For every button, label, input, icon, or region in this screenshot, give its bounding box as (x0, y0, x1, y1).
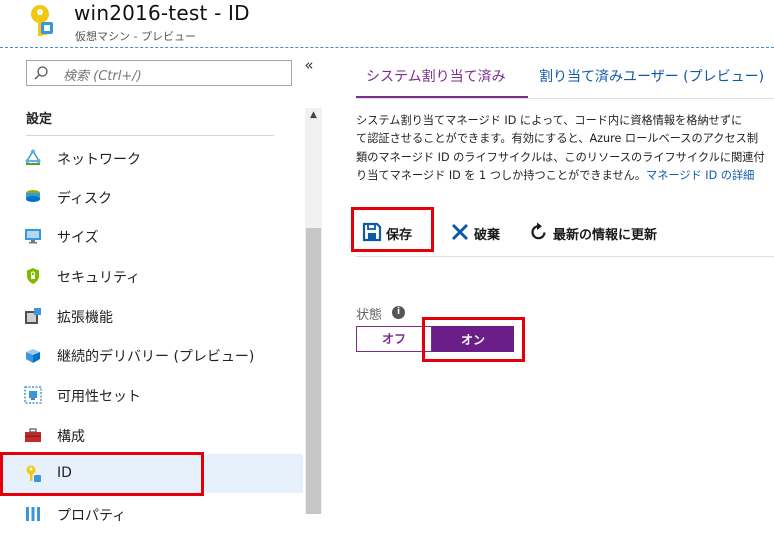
save-button[interactable]: 保存 (362, 221, 426, 243)
sidebar-item-availability-set[interactable]: 可用性セット (0, 375, 303, 414)
tab-system-assigned[interactable]: システム割り当て済み (366, 66, 506, 86)
sidebar-item-label: サイズ (57, 230, 99, 246)
sidebar-item-label: プロパティ (57, 508, 127, 524)
sidebar-item-label: 構成 (57, 429, 85, 445)
sidebar-item-network[interactable]: ネットワーク (0, 138, 303, 177)
continuous-delivery-icon (26, 349, 40, 363)
main-content: システム割り当て済み 割り当て済みユーザー (プレビュー) システム割り当てマネ… (322, 48, 774, 514)
discard-label: 破棄 (474, 228, 501, 243)
description-line-last: り当てマネージド ID を 1 つしか持つことができません。マネージド ID の… (356, 167, 774, 185)
save-icon (362, 222, 382, 242)
discard-button[interactable]: 破棄 (450, 221, 512, 243)
refresh-button[interactable]: 最新の情報に更新 (529, 221, 679, 243)
toolbar-divider (356, 256, 774, 257)
sidebar-scrollbar-thumb[interactable] (306, 228, 321, 514)
sidebar: 検索 (Ctrl+/) « 設定 ▲ ネットワーク ディスク サイズ セキュリテ… (0, 48, 322, 524)
refresh-label: 最新の情報に更新 (553, 228, 658, 243)
tabs-divider (356, 98, 774, 99)
page-subtitle: 仮想マシン - プレビュー (75, 30, 196, 43)
sidebar-item-label: ネットワーク (57, 152, 141, 168)
close-icon (451, 223, 469, 241)
search-input[interactable]: 検索 (Ctrl+/) (26, 60, 292, 86)
tab-user-assigned[interactable]: 割り当て済みユーザー (プレビュー) (539, 66, 764, 86)
refresh-icon (531, 222, 546, 240)
info-icon[interactable]: i (392, 306, 405, 319)
sidebar-item-label: 可用性セット (57, 389, 141, 405)
disk-icon (26, 190, 40, 202)
sidebar-item-label: ID (57, 465, 72, 481)
save-label: 保存 (386, 228, 413, 243)
sidebar-item-identity[interactable]: ID (0, 454, 303, 493)
section-divider (26, 135, 274, 136)
sidebar-item-configuration[interactable]: 構成 (0, 415, 303, 454)
network-icon (25, 149, 41, 165)
sidebar-item-security[interactable]: セキュリティ (0, 256, 303, 295)
shield-icon (27, 268, 39, 284)
availability-set-icon (24, 386, 42, 404)
toolbox-icon (25, 428, 41, 442)
key-icon (26, 465, 41, 482)
section-heading-settings: 設定 (26, 112, 53, 127)
search-placeholder: 検索 (Ctrl+/) (63, 69, 142, 84)
status-toggle-off[interactable]: オフ (356, 326, 432, 352)
sidebar-item-label: 拡張機能 (57, 310, 113, 326)
collapse-sidebar-button[interactable]: « (302, 56, 316, 74)
sidebar-item-continuous-delivery[interactable]: 継続的デリバリー (プレビュー) (0, 335, 303, 374)
learn-more-link[interactable]: マネージド ID の詳細 (646, 169, 754, 182)
blade-header: win2016-test - ID 仮想マシン - プレビュー (0, 0, 774, 48)
description-line: て認証させることができます。有効にすると、Azure ロールベースのアクセス制 (356, 132, 759, 146)
page-title: win2016-test - ID (74, 1, 250, 25)
monitor-size-icon (25, 229, 41, 244)
sidebar-item-label: 継続的デリバリー (プレビュー) (57, 349, 255, 365)
sidebar-item-label: セキュリティ (57, 270, 141, 286)
extensions-icon (25, 308, 41, 324)
description-line: り当てマネージド ID を 1 つしか持つことができません。 (356, 169, 647, 183)
description-text: システム割り当てマネージド ID によって、コード内に資格情報を格納せずに て認… (356, 112, 774, 186)
key-identity-icon (31, 5, 53, 36)
description-line: システム割り当てマネージド ID によって、コード内に資格情報を格納せずに (356, 114, 743, 127)
description-line: 類のマネージド ID のライフサイクルは、このリソースのライフサイクルに関連付 (356, 150, 765, 164)
sidebar-item-extensions[interactable]: 拡張機能 (0, 296, 303, 335)
status-label: 状態 (356, 308, 383, 323)
status-toggle-on[interactable]: オン (432, 326, 514, 352)
sidebar-item-disk[interactable]: ディスク (0, 177, 303, 216)
sidebar-item-size[interactable]: サイズ (0, 216, 303, 255)
sidebar-item-label: ディスク (57, 191, 113, 207)
scroll-up-arrow-icon[interactable]: ▲ (305, 110, 322, 124)
search-icon (34, 66, 48, 80)
properties-icon (26, 507, 40, 521)
